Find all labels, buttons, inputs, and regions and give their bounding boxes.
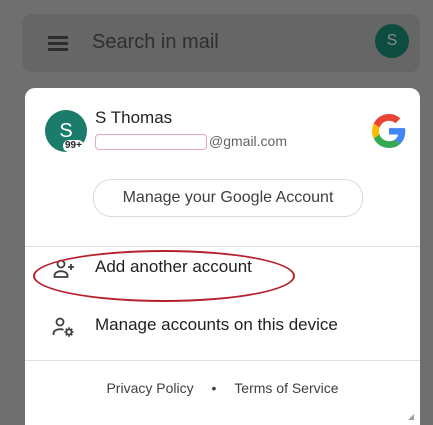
footer-links: Privacy Policy • Terms of Service — [25, 380, 420, 396]
divider — [25, 360, 420, 361]
manage-google-account-button[interactable]: Manage your Google Account — [93, 179, 363, 217]
terms-of-service-link[interactable]: Terms of Service — [234, 380, 338, 396]
manage-accounts-label[interactable]: Manage accounts on this device — [95, 315, 338, 335]
account-email: @gmail.com — [209, 133, 288, 149]
search-placeholder[interactable]: Search in mail — [92, 31, 219, 54]
account-name: S Thomas — [95, 108, 173, 127]
account-avatar-button[interactable]: S — [375, 24, 409, 58]
email-redaction-box — [95, 134, 207, 150]
manage-accounts-icon — [52, 317, 74, 337]
resize-handle-icon — [408, 414, 414, 420]
privacy-policy-link[interactable]: Privacy Policy — [106, 380, 193, 396]
manage-accounts-row[interactable]: Manage accounts on this device — [25, 301, 420, 353]
google-logo-icon — [372, 114, 406, 148]
account-switcher-sheet: S 99+ S Thomas @gmail.com Manage your Go… — [25, 88, 420, 425]
unread-count-badge: 99+ — [63, 140, 84, 152]
red-highlight-annotation — [33, 250, 295, 302]
hamburger-menu-icon[interactable] — [48, 36, 72, 52]
footer-separator: • — [211, 380, 217, 396]
search-bar[interactable]: Search in mail S — [22, 14, 420, 72]
